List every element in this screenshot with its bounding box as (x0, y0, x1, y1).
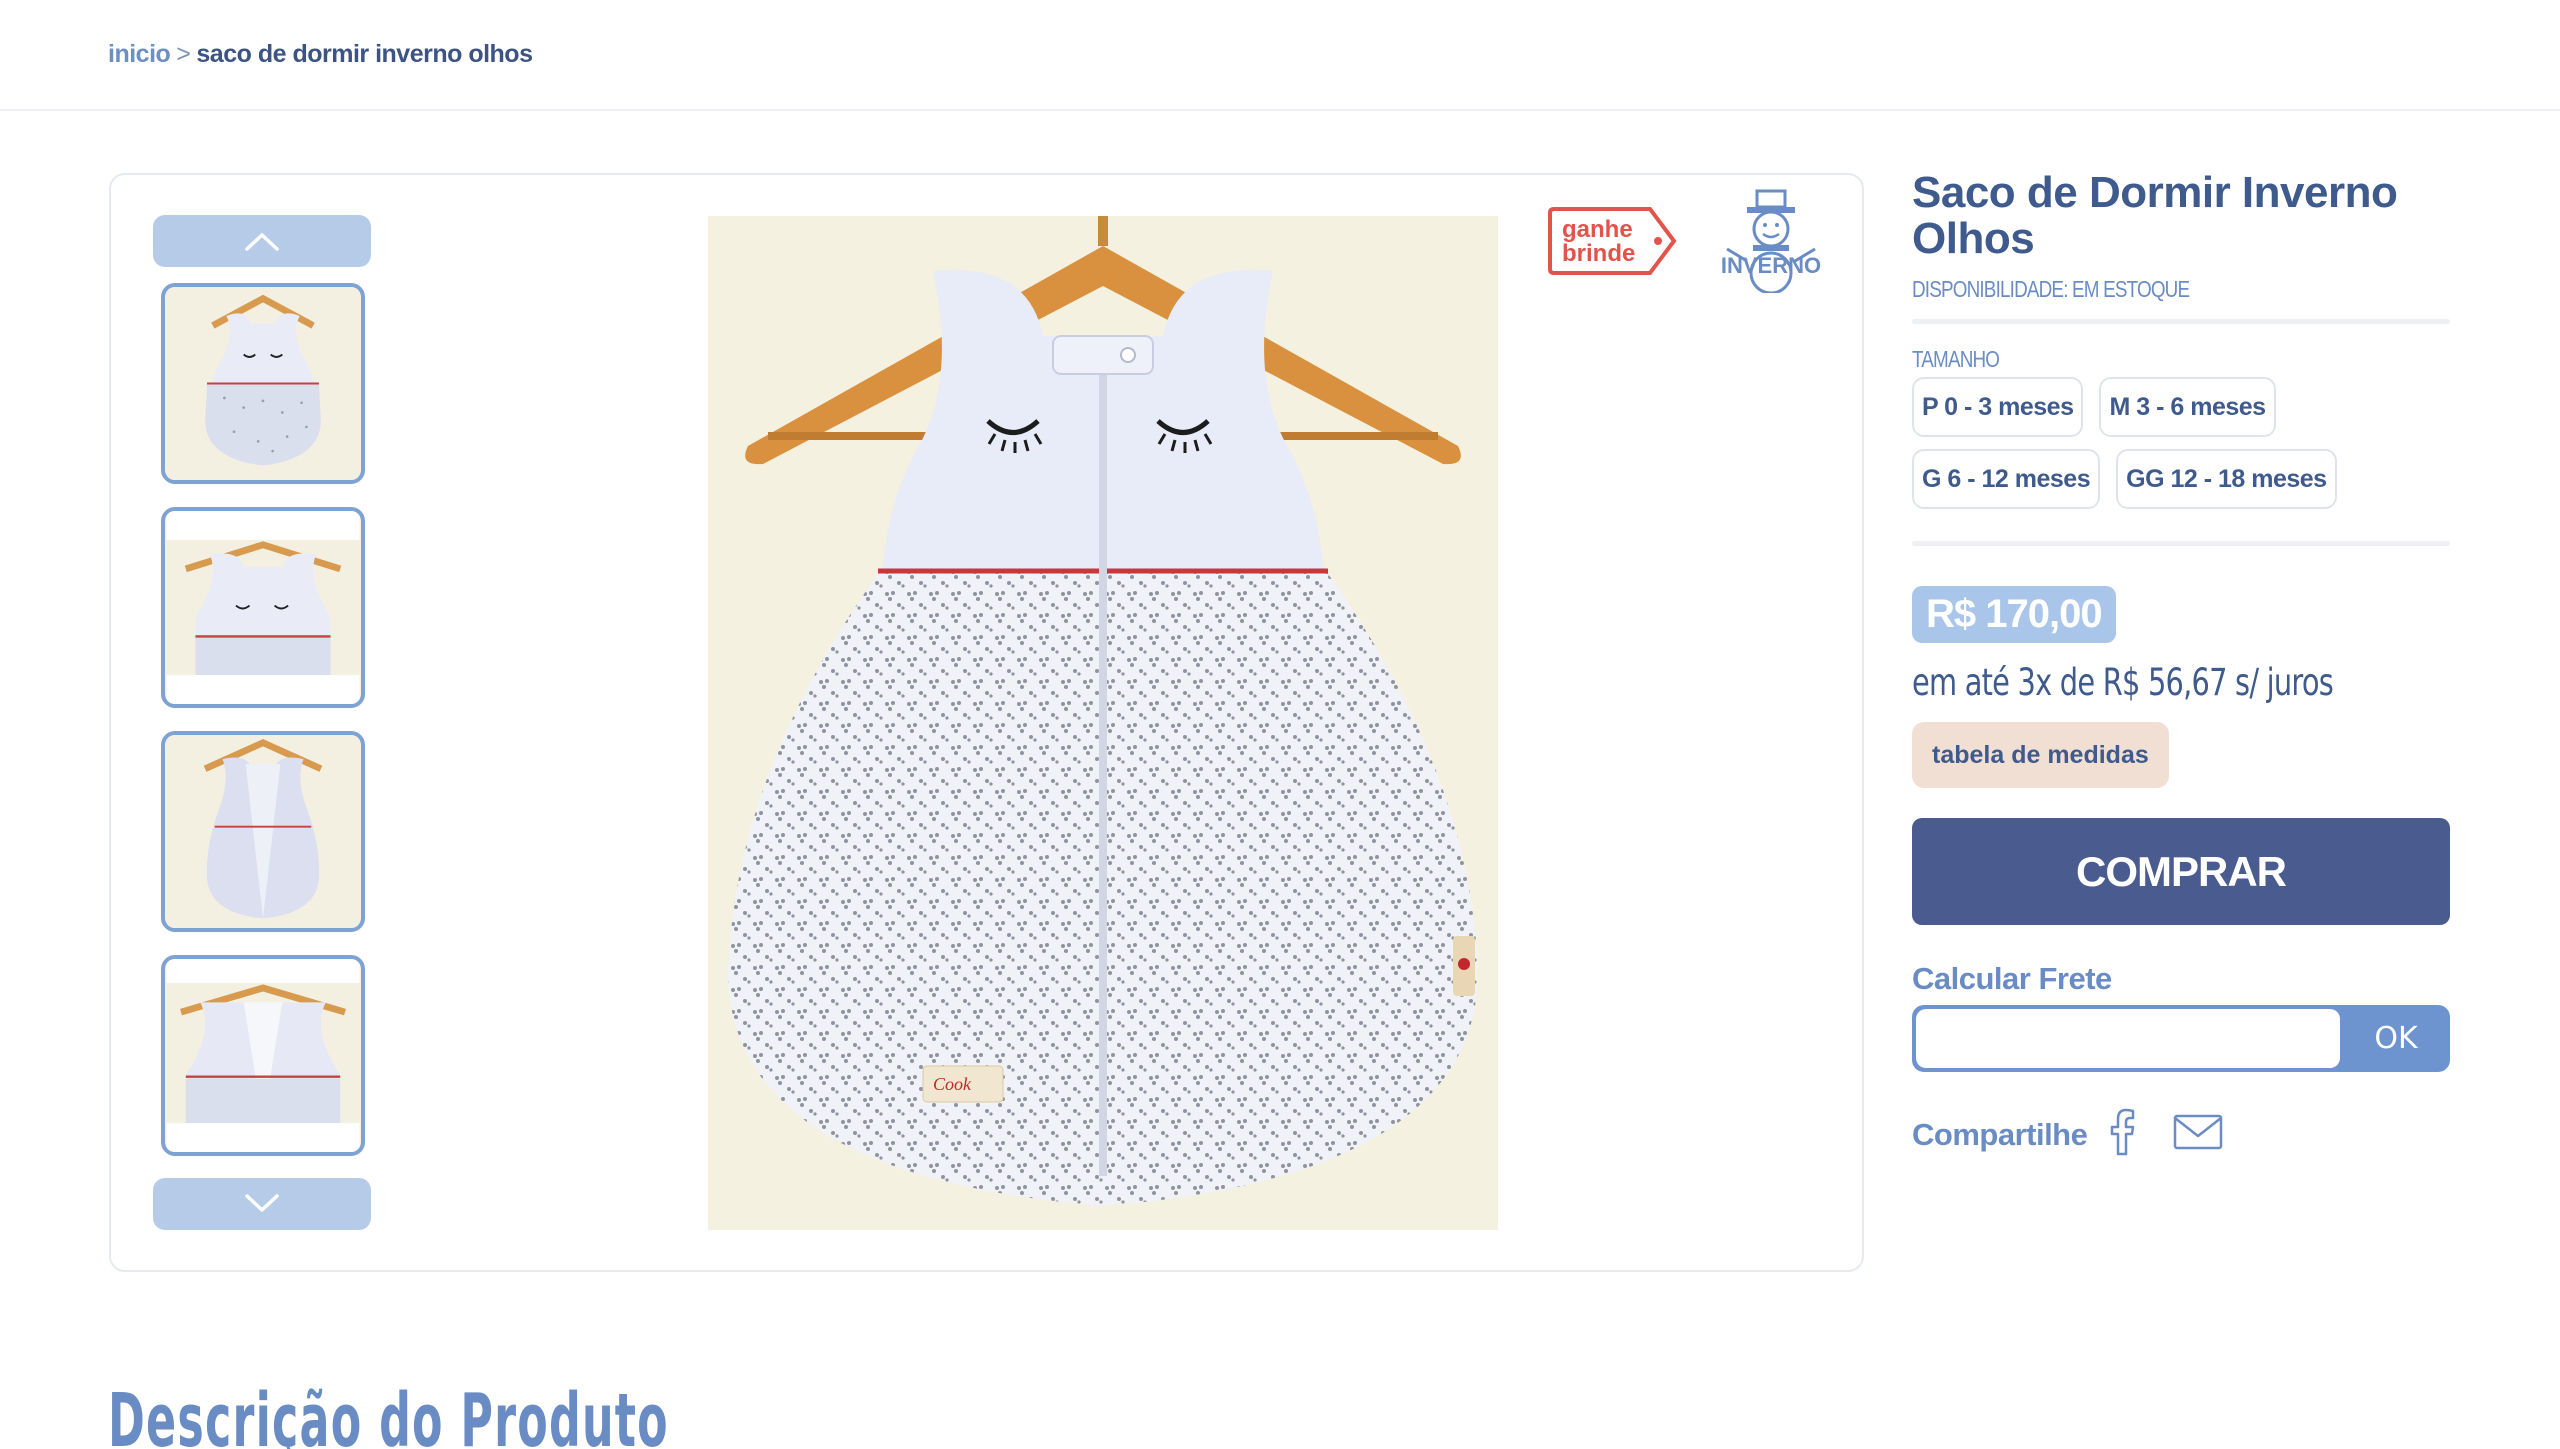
size-option-g[interactable]: G 6 - 12 meses (1912, 449, 2101, 509)
sleeping-bag-thumbnail-image (166, 287, 360, 480)
shipping-calculator: OK (1912, 1005, 2450, 1072)
size-options: P 0 - 3 meses M 3 - 6 meses G 6 - 12 mes… (1912, 377, 2352, 509)
size-chart-button[interactable]: tabela de medidas (1912, 722, 2169, 788)
winter-badge: INVERNO (1717, 189, 1825, 295)
divider (1912, 541, 2450, 546)
installments-text: em até 3x de R$ 56,67 s/ juros (1912, 661, 2334, 704)
thumbnail-scroll-down-button[interactable] (153, 1178, 371, 1230)
product-gallery: Cook ganhe brinde INVERNO (109, 173, 1864, 1272)
size-label: TAMANHO (1912, 346, 2000, 372)
share-row: Compartilhe (1912, 1108, 2450, 1161)
chevron-up-icon (245, 233, 279, 251)
gift-tag-icon: ganhe brinde (1548, 207, 1677, 275)
inverno-text: INVERNO (1721, 253, 1821, 278)
chevron-down-icon (245, 1194, 279, 1212)
thumbnail-open-closeup[interactable] (161, 955, 365, 1156)
sleeping-bag-main-image: Cook (708, 216, 1498, 1230)
price-badge: R$ 170,00 (1912, 586, 2116, 643)
description-heading: Descrição do Produto (108, 1378, 669, 1449)
brinde-text-line1: ganhe (1562, 216, 1633, 243)
shipping-ok-button[interactable]: OK (2342, 1005, 2450, 1072)
breadcrumb: inicio > saco de dormir inverno olhos (108, 40, 533, 69)
share-label: Compartilhe (1912, 1116, 2088, 1152)
facebook-icon[interactable] (2109, 1108, 2135, 1161)
size-option-p[interactable]: P 0 - 3 meses (1912, 377, 2084, 437)
shipping-zip-input[interactable] (1916, 1009, 2340, 1068)
product-title: Saco de Dormir Inverno Olhos (1912, 168, 2398, 263)
snowman-icon: INVERNO (1721, 189, 1821, 295)
brand-tag-text: Cook (933, 1074, 972, 1094)
breadcrumb-home-link[interactable]: inicio (108, 40, 171, 69)
availability-status: DISPONIBILIDADE: EM ESTOQUE (1912, 276, 2190, 302)
shipping-label: Calcular Frete (1912, 961, 2112, 996)
brinde-text-line2: brinde (1562, 240, 1635, 267)
main-product-image[interactable]: Cook (708, 216, 1498, 1230)
breadcrumb-separator: > (176, 40, 191, 68)
size-option-m[interactable]: M 3 - 6 meses (2099, 377, 2276, 437)
buy-button[interactable]: COMPRAR (1912, 818, 2450, 925)
size-option-gg[interactable]: GG 12 - 18 meses (2116, 449, 2337, 509)
breadcrumb-current: saco de dormir inverno olhos (196, 40, 533, 68)
sleeping-bag-closeup-image (166, 511, 360, 704)
free-gift-badge: ganhe brinde (1548, 205, 1680, 277)
sleeping-bag-open-closeup-image (166, 959, 360, 1152)
email-icon[interactable] (2173, 1114, 2223, 1155)
product-info: Saco de Dormir Inverno Olhos DISPONIBILI… (1912, 170, 2450, 1161)
top-bar: inicio > saco de dormir inverno olhos (0, 0, 2560, 111)
thumbnail-closeup[interactable] (161, 507, 365, 708)
divider (1912, 319, 2450, 324)
thumbnail-open[interactable] (161, 731, 365, 932)
thumbnail-front[interactable] (161, 283, 365, 484)
sleeping-bag-open-image (166, 735, 360, 928)
thumbnail-scroll-up-button[interactable] (153, 215, 371, 267)
